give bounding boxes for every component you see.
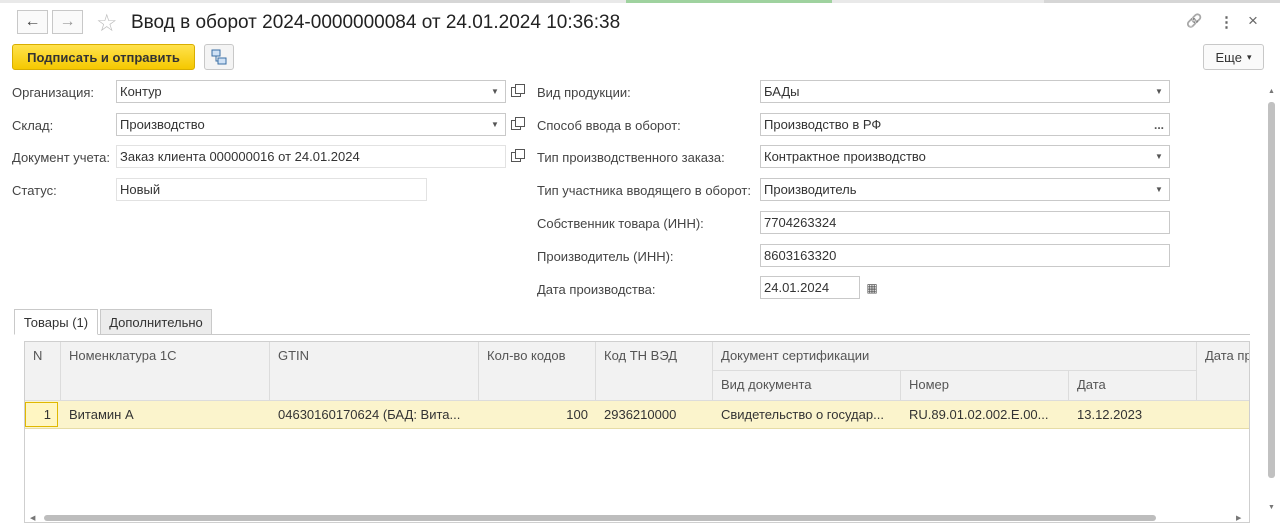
producer-inn-field[interactable]: 8603163320	[760, 244, 1170, 267]
vertical-scroll-thumb[interactable]	[1268, 102, 1275, 478]
dropdown-icon[interactable]: ▼	[1149, 81, 1169, 102]
owner-inn-field[interactable]: 7704263324	[760, 211, 1170, 234]
dropdown-icon[interactable]: ▼	[485, 81, 505, 102]
scroll-up-icon[interactable]: ▲	[1268, 88, 1275, 95]
window-tabs-strip	[0, 0, 1280, 3]
open-warehouse-button[interactable]	[507, 114, 525, 135]
scroll-left-icon[interactable]: ◀	[30, 514, 35, 522]
window-tab[interactable]	[270, 0, 570, 3]
cell-codes-qty[interactable]: 100	[479, 401, 588, 428]
circulation-method-field[interactable]: Производство в РФ ...	[760, 113, 1170, 136]
ellipsis-icon[interactable]: ...	[1149, 114, 1169, 135]
table-row[interactable]: 1 Витамин А 04630160170624 (БАД: Вита...…	[25, 401, 1249, 429]
warehouse-label: Склад:	[12, 118, 54, 133]
dropdown-icon[interactable]: ▼	[1149, 146, 1169, 167]
cell-tn-ved[interactable]: 2936210000	[604, 401, 712, 428]
status-value: Новый	[120, 182, 161, 197]
scroll-right-icon[interactable]: ▶	[1236, 514, 1241, 522]
participant-type-field[interactable]: Производитель ▼	[760, 178, 1170, 201]
window-tab[interactable]	[1044, 0, 1280, 3]
product-type-label: Вид продукции:	[537, 85, 631, 100]
cell-nomenclature[interactable]: Витамин А	[69, 401, 269, 428]
accounting-document-field[interactable]: Заказ клиента 000000016 от 24.01.2024	[116, 145, 506, 168]
tab-additional[interactable]: Дополнительно	[100, 309, 212, 335]
producer-inn-label: Производитель (ИНН):	[537, 249, 674, 264]
open-window-icon	[511, 83, 525, 97]
column-header-date[interactable]: Дата	[1069, 371, 1197, 401]
back-button[interactable]: ←	[17, 10, 48, 34]
column-header-number[interactable]: Номер	[901, 371, 1069, 401]
arrow-right-icon: →	[59, 13, 76, 30]
cell-n[interactable]: 1	[25, 402, 58, 427]
chevron-down-icon: ▾	[1246, 51, 1252, 62]
vertical-scrollbar[interactable]: ▲ ▼	[1266, 86, 1278, 518]
producer-inn-value: 8603163320	[764, 248, 837, 263]
forward-button[interactable]: →	[52, 10, 83, 34]
product-type-field[interactable]: БАДы ▼	[760, 80, 1170, 103]
link-icon[interactable]: 🔗	[1186, 13, 1202, 29]
sign-and-send-button[interactable]: Подписать и отправить	[12, 44, 195, 70]
dropdown-icon[interactable]: ▼	[1149, 179, 1169, 200]
column-header-prod-date[interactable]: Дата пр	[1197, 342, 1249, 401]
column-header-tn-ved[interactable]: Код ТН ВЭД	[596, 342, 713, 401]
owner-inn-value: 7704263324	[764, 215, 837, 230]
owner-inn-label: Собственник товара (ИНН):	[537, 216, 704, 231]
production-date-label: Дата производства:	[537, 282, 656, 297]
status-label: Статус:	[12, 183, 57, 198]
close-icon[interactable]: ×	[1248, 11, 1258, 31]
more-button[interactable]: Еще ▾	[1203, 44, 1264, 70]
circulation-method-label: Способ ввода в оборот:	[537, 118, 681, 133]
accounting-document-value: Заказ клиента 000000016 от 24.01.2024	[120, 149, 360, 164]
participant-type-value: Производитель	[764, 182, 857, 197]
product-type-value: БАДы	[764, 84, 800, 99]
status-field: Новый	[116, 178, 427, 201]
organization-value: Контур	[120, 84, 162, 99]
open-document-button[interactable]	[507, 146, 525, 167]
tab-goods[interactable]: Товары (1)	[14, 309, 98, 335]
warehouse-value: Производство	[120, 117, 205, 132]
column-header-n[interactable]: N	[25, 342, 61, 401]
cell-doc-type[interactable]: Свидетельство о государ...	[721, 401, 901, 428]
calendar-icon[interactable]: ▦	[862, 277, 882, 298]
column-header-nomenclature[interactable]: Номенклатура 1С	[61, 342, 270, 401]
cell-number[interactable]: RU.89.01.02.002.E.00...	[909, 401, 1069, 428]
more-actions-icon[interactable]: ⋮	[1219, 13, 1234, 31]
horizontal-scroll-thumb[interactable]	[44, 515, 1156, 521]
page-title: Ввод в оборот 2024-0000000084 от 24.01.2…	[131, 12, 621, 33]
column-header-gtin[interactable]: GTIN	[270, 342, 479, 401]
structure-button[interactable]	[204, 44, 234, 70]
production-order-type-label: Тип производственного заказа:	[537, 150, 725, 165]
participant-type-label: Тип участника вводящего в оборот:	[537, 183, 751, 198]
cell-date[interactable]: 13.12.2023	[1077, 401, 1197, 428]
organization-field[interactable]: Контур ▼	[116, 80, 506, 103]
open-window-icon	[511, 116, 525, 130]
organization-label: Организация:	[12, 85, 95, 100]
document-structure-icon	[211, 49, 227, 65]
production-date-field[interactable]: 24.01.2024	[760, 276, 860, 299]
production-order-type-value: Контрактное производство	[764, 149, 926, 164]
production-date-value: 24.01.2024	[764, 280, 830, 295]
dropdown-icon[interactable]: ▼	[485, 114, 505, 135]
arrow-left-icon: ←	[24, 13, 41, 30]
favorite-star-icon[interactable]: ☆	[96, 9, 118, 38]
column-header-cert-doc[interactable]: Документ сертификации	[713, 342, 1197, 371]
accounting-document-label: Документ учета:	[12, 150, 111, 165]
circulation-method-value: Производство в РФ	[764, 117, 882, 132]
goods-table: N Номенклатура 1С GTIN Кол-во кодов Код …	[24, 341, 1250, 523]
production-order-type-field[interactable]: Контрактное производство ▼	[760, 145, 1170, 168]
more-button-label: Еще	[1215, 49, 1242, 65]
cell-gtin[interactable]: 04630160170624 (БАД: Вита...	[278, 401, 478, 428]
column-header-codes-qty[interactable]: Кол-во кодов	[479, 342, 596, 401]
warehouse-field[interactable]: Производство ▼	[116, 113, 506, 136]
open-window-icon	[511, 148, 525, 162]
scroll-down-icon[interactable]: ▼	[1268, 504, 1275, 511]
horizontal-scrollbar[interactable]: ◀ ▶	[24, 513, 1250, 523]
open-organization-button[interactable]	[507, 81, 525, 102]
window-tab-active[interactable]	[626, 0, 832, 3]
column-header-doc-type[interactable]: Вид документа	[713, 371, 901, 401]
